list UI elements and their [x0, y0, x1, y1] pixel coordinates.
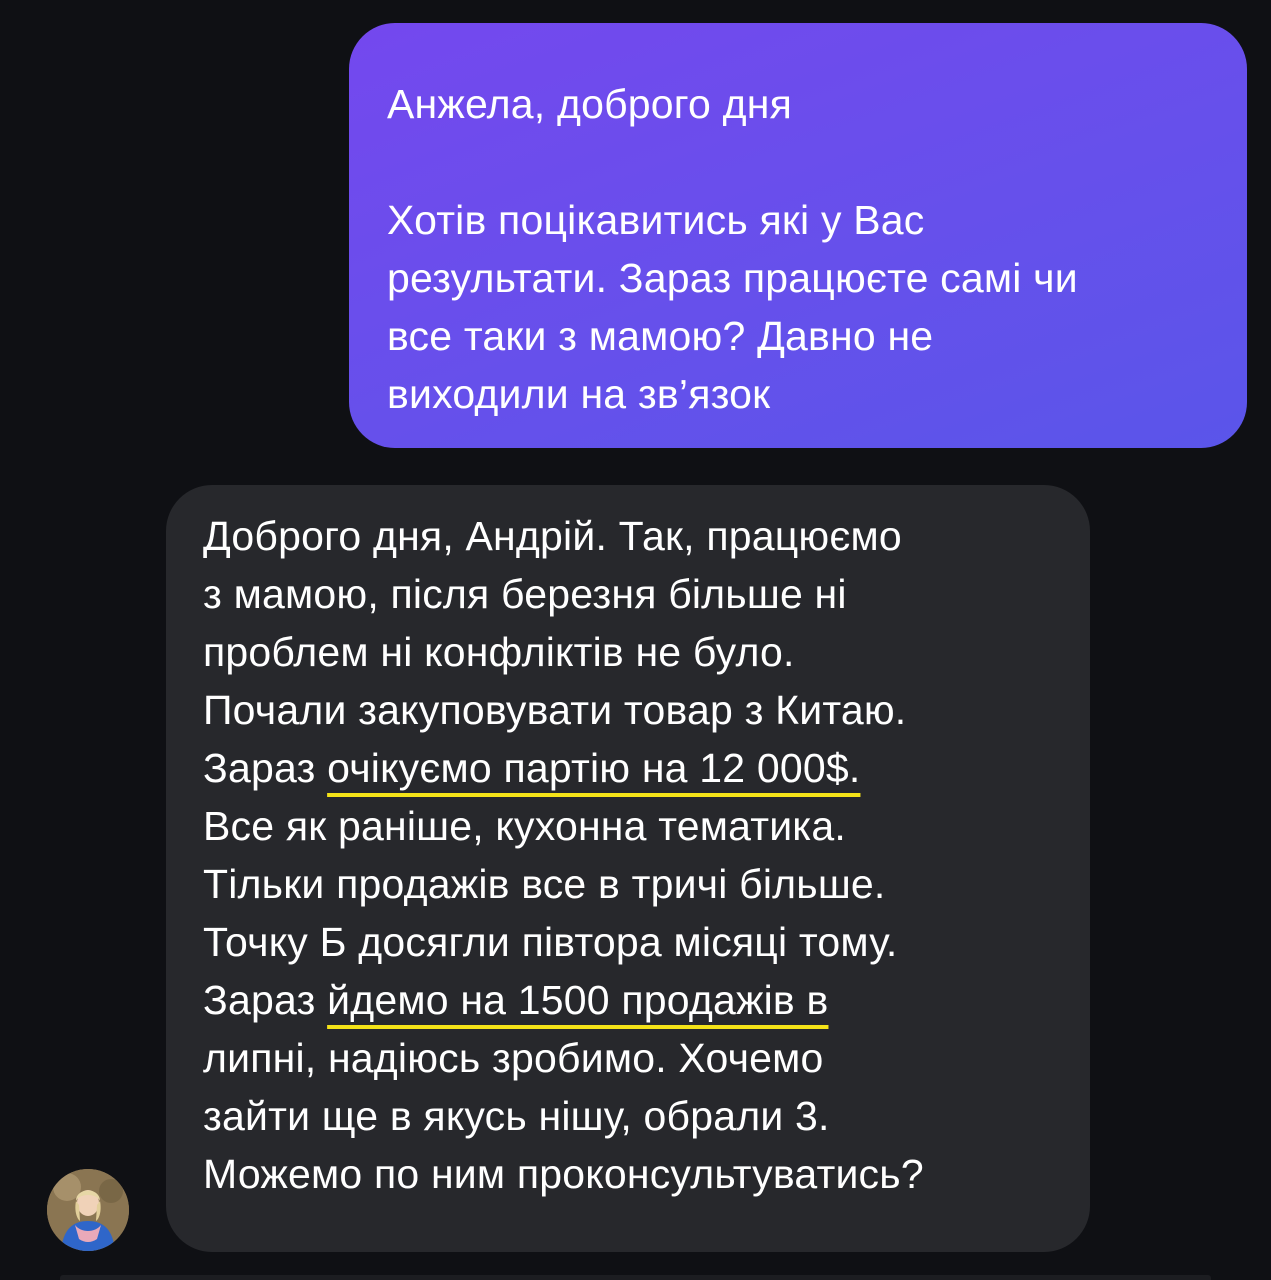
message-text-line: Тільки продажів все в тричі більше.: [203, 861, 886, 907]
message-text-line: проблем ні конфліктів не було.: [203, 629, 795, 675]
incoming-message-bubble[interactable]: Доброго дня, Андрій. Так, працюємо з мамо…: [166, 485, 1090, 1252]
message-text-line: липні, надіюсь зробимо. Хочемо: [203, 1035, 824, 1081]
message-text-line: Доброго дня, Андрій. Так, працюємо: [203, 513, 902, 559]
message-text-line: зайти ще в якусь нішу, обрали 3.: [203, 1093, 830, 1139]
message-text-fragment: Зараз: [203, 745, 328, 791]
message-text-line: Зараз очікуємо партію на 12 000$.: [203, 739, 1056, 797]
message-text-line: Точку Б досягли півтора місяці тому.: [203, 919, 898, 965]
contact-avatar[interactable]: [47, 1169, 129, 1251]
highlighted-text-fragment: очікуємо партію на 12 000$.: [327, 745, 861, 791]
message-text-line: виходили на зв’язок: [387, 371, 771, 417]
message-text-fragment: Зараз: [203, 977, 328, 1023]
message-text-line: Зараз йдемо на 1500 продажів в: [203, 971, 1056, 1029]
message-text-line: Хотів поцікавитись які у Вас: [387, 197, 925, 243]
message-text-line: з мамою, після березня більше ні: [203, 571, 847, 617]
message-text-line: результати. Зараз працюєте самі чи: [387, 255, 1078, 301]
message-text-line: Почали закуповувати товар з Китаю.: [203, 687, 907, 733]
message-text-line: Можемо по ним проконсультуватись?: [203, 1151, 924, 1197]
outgoing-message-bubble[interactable]: Анжела, доброго дня Хотів поцікавитись як…: [349, 23, 1247, 448]
message-text-line: Все як раніше, кухонна тематика.: [203, 803, 846, 849]
avatar-photo-icon: [47, 1169, 129, 1251]
highlighted-text-fragment: йдемо на 1500 продажів в: [327, 977, 829, 1023]
chat-thread: Анжела, доброго дня Хотів поцікавитись як…: [0, 0, 1271, 1280]
message-text-line: все таки з мамою? Давно не: [387, 313, 934, 359]
message-text-line: Анжела, доброго дня: [387, 81, 792, 127]
next-message-edge: [60, 1275, 1211, 1280]
